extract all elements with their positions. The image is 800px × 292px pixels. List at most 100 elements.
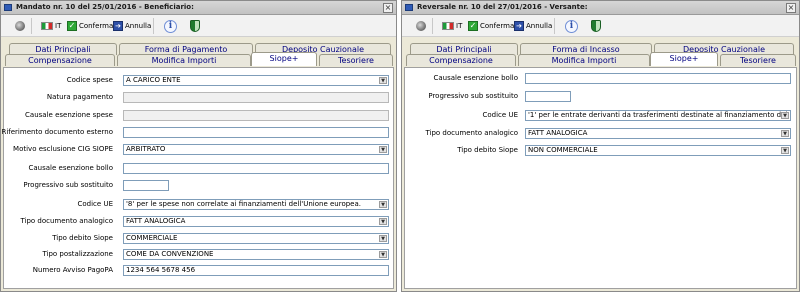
app-icon <box>405 4 413 11</box>
tab-compensazione[interactable]: Compensazione <box>5 54 115 66</box>
chevron-down-icon[interactable]: ▼ <box>781 112 789 119</box>
disk-icon <box>416 21 426 31</box>
causale-esenzione-bollo-label: Causale esenzione bollo <box>433 74 519 82</box>
confirm-button[interactable]: ✓ Conferma <box>468 20 514 32</box>
chevron-down-icon[interactable]: ▼ <box>379 218 387 225</box>
natura-pagamento-field <box>123 92 389 103</box>
italian-flag-icon <box>41 22 53 30</box>
causale-esenzione-bollo-input[interactable] <box>525 73 791 84</box>
motivo-esclusione-cig-label: Motivo esclusione CIG SIOPE <box>13 145 113 153</box>
riferimento-documento-esterno-input[interactable] <box>123 127 389 138</box>
language-label: IT <box>456 22 463 30</box>
info-button[interactable]: i <box>565 19 578 33</box>
tipo-documento-analogico-select[interactable]: FATT ANALOGICA ▼ <box>123 216 389 227</box>
causale-esenzione-spese-field <box>123 110 389 121</box>
tipo-debito-siope-label: Tipo debito Siope <box>52 234 113 242</box>
cancel-button[interactable]: ➔ Annulla <box>113 20 151 32</box>
title-bar: Mandato nr. 10 del 25/01/2016 - Benefici… <box>1 1 396 15</box>
numero-avviso-pagopa-label: Numero Avviso PagoPA <box>32 266 113 274</box>
chevron-down-icon[interactable]: ▼ <box>379 251 387 258</box>
chevron-down-icon[interactable]: ▼ <box>781 130 789 137</box>
codice-ue-label: Codice UE <box>482 111 519 119</box>
chevron-down-icon[interactable]: ▼ <box>379 201 387 208</box>
disk-icon <box>15 21 25 31</box>
riferimento-documento-esterno-label: Riferimento documento esterno <box>1 128 113 136</box>
siope-panel: Causale esenzione bollo Progressivo sub … <box>404 67 797 289</box>
toolbar-separator <box>554 18 555 34</box>
tipo-debito-siope-label: Tipo debito Siope <box>457 146 518 154</box>
tipo-postalizzazione-select[interactable]: COME DA CONVENZIONE ▼ <box>123 249 389 260</box>
natura-pagamento-label: Natura pagamento <box>46 93 113 101</box>
codice-spese-select[interactable]: A CARICO ENTE ▼ <box>123 75 389 86</box>
chevron-down-icon[interactable]: ▼ <box>781 147 789 154</box>
siope-panel: Codice spese A CARICO ENTE ▼ Natura pagam… <box>1 67 394 289</box>
chevron-down-icon[interactable]: ▼ <box>379 77 387 84</box>
app-icon <box>4 4 12 11</box>
codice-ue-select[interactable]: '8' per le spese non correlate ai finanz… <box>123 199 389 210</box>
codice-spese-label: Codice spese <box>66 76 113 84</box>
arrow-right-icon: ➔ <box>514 21 524 31</box>
tab-modifica-importi[interactable]: Modifica Importi <box>117 54 251 66</box>
tab-siope-plus[interactable]: Siope+ <box>650 52 718 66</box>
info-button[interactable]: i <box>164 19 177 33</box>
title-bar: Reversale nr. 10 del 27/01/2016 - Versan… <box>402 1 799 15</box>
check-icon: ✓ <box>468 21 478 31</box>
cancel-button[interactable]: ➔ Annulla <box>514 20 552 32</box>
tipo-documento-analogico-label: Tipo documento analogico <box>20 217 113 225</box>
toolbar: IT ✓ Conferma ➔ Annulla i <box>1 15 396 37</box>
tab-siope-plus[interactable]: Siope+ <box>251 52 317 66</box>
codice-ue-select[interactable]: '1' per le entrate derivanti da trasferi… <box>525 110 791 121</box>
tipo-documento-analogico-value: FATT ANALOGICA <box>528 129 588 137</box>
codice-spese-value: A CARICO ENTE <box>126 76 181 84</box>
confirm-button[interactable]: ✓ Conferma <box>67 20 113 32</box>
tipo-debito-siope-select[interactable]: COMMERCIALE ▼ <box>123 233 389 244</box>
tipo-documento-analogico-select[interactable]: FATT ANALOGICA ▼ <box>525 128 791 139</box>
chevron-down-icon[interactable]: ▼ <box>379 146 387 153</box>
numero-avviso-pagopa-input[interactable]: 1234 564 5678 456 <box>123 265 389 276</box>
chevron-down-icon[interactable]: ▼ <box>379 235 387 242</box>
toolbar-separator <box>31 18 32 34</box>
tab-compensazione[interactable]: Compensazione <box>406 54 516 66</box>
tipo-debito-siope-value: COMMERCIALE <box>126 234 178 242</box>
window-title: Reversale nr. 10 del 27/01/2016 - Versan… <box>417 3 588 11</box>
confirm-label: Conferma <box>79 22 114 30</box>
motivo-esclusione-cig-value: ARBITRATO <box>126 145 166 153</box>
reversale-window: Reversale nr. 10 del 27/01/2016 - Versan… <box>401 0 800 292</box>
tipo-debito-siope-value: NON COMMERCIALE <box>528 146 598 154</box>
tab-tesoriere[interactable]: Tesoriere <box>720 54 796 66</box>
tipo-documento-analogico-label: Tipo documento analogico <box>425 129 518 137</box>
tipo-debito-siope-select[interactable]: NON COMMERCIALE ▼ <box>525 145 791 156</box>
shield-button[interactable] <box>190 20 200 32</box>
shield-icon <box>190 20 200 32</box>
progressivo-sub-sostituito-label: Progressivo sub sostituito <box>23 181 113 189</box>
progressivo-sub-sostituito-input[interactable] <box>123 180 169 191</box>
italian-flag-icon <box>442 22 454 30</box>
close-button[interactable]: × <box>383 3 393 13</box>
arrow-right-icon: ➔ <box>113 21 123 31</box>
close-button[interactable]: × <box>786 3 796 13</box>
tipo-postalizzazione-label: Tipo postalizzazione <box>42 250 113 258</box>
codice-ue-value: '8' per le spese non correlate ai finanz… <box>126 200 361 208</box>
shield-button[interactable] <box>591 20 601 32</box>
language-button[interactable]: IT <box>41 20 61 32</box>
causale-esenzione-spese-label: Causale esenzione spese <box>25 111 113 119</box>
check-icon: ✓ <box>67 21 77 31</box>
toolbar-separator <box>432 18 433 34</box>
motivo-esclusione-cig-select[interactable]: ARBITRATO ▼ <box>123 144 389 155</box>
language-label: IT <box>55 22 62 30</box>
confirm-label: Conferma <box>480 22 515 30</box>
window-title: Mandato nr. 10 del 25/01/2016 - Benefici… <box>16 3 194 11</box>
progressivo-sub-sostituito-input[interactable] <box>525 91 571 102</box>
save-button[interactable] <box>15 20 25 32</box>
tab-modifica-importi[interactable]: Modifica Importi <box>518 54 650 66</box>
toolbar: IT ✓ Conferma ➔ Annulla i <box>402 15 799 37</box>
progressivo-sub-sostituito-label: Progressivo sub sostituito <box>428 92 518 100</box>
save-button[interactable] <box>416 20 426 32</box>
language-button[interactable]: IT <box>442 20 462 32</box>
info-icon: i <box>565 19 578 33</box>
causale-esenzione-bollo-input[interactable] <box>123 163 389 174</box>
toolbar-separator <box>153 18 154 34</box>
codice-ue-label: Codice UE <box>77 200 114 208</box>
codice-ue-value: '1' per le entrate derivanti da trasferi… <box>528 111 791 119</box>
tab-tesoriere[interactable]: Tesoriere <box>319 54 393 66</box>
